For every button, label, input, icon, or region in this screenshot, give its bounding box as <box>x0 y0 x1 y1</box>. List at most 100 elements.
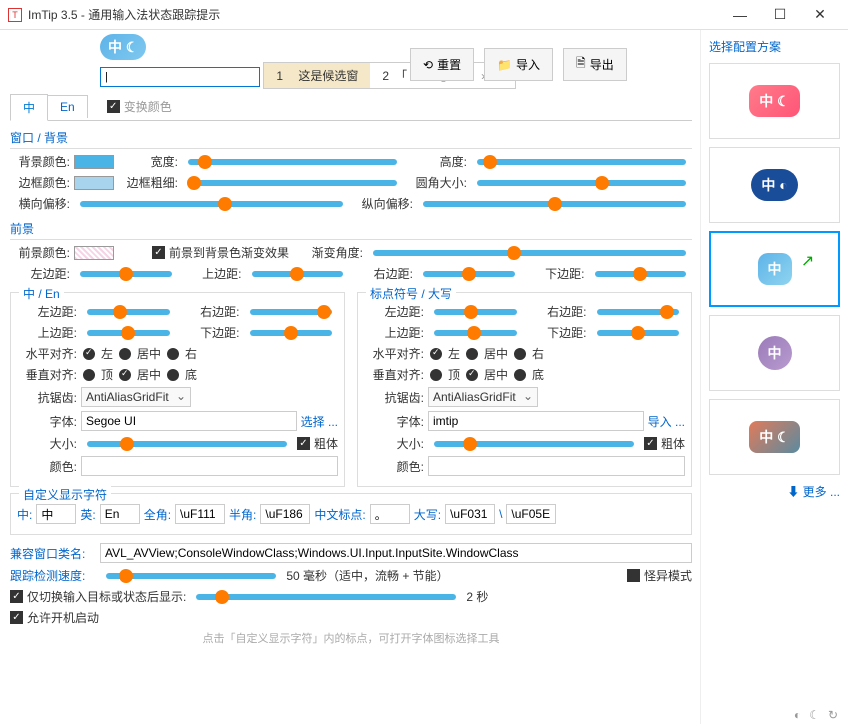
titlebar: T ImTip 3.5 - 通用输入法状态跟踪提示 — ☐ ✕ <box>0 0 848 30</box>
font-input[interactable] <box>428 411 644 431</box>
caps-input[interactable] <box>445 504 495 524</box>
checkbox-icon: ✓ <box>107 100 120 113</box>
preview-badge: 中 ☾ <box>100 34 146 60</box>
top-buttons: ⟲ 重置 📁 导入 🗎 导出 <box>410 48 627 81</box>
slider-gradient-angle[interactable] <box>373 250 686 256</box>
scheme-3[interactable]: 中 <box>709 315 840 391</box>
more-link[interactable]: ⬇ 更多 ... <box>709 483 840 500</box>
preview-input[interactable] <box>100 67 260 87</box>
slider-border[interactable] <box>188 180 397 186</box>
select-font-link[interactable]: 选择 ... <box>301 413 338 430</box>
import-button[interactable]: 📁 导入 <box>484 48 553 81</box>
status-icon: ◐ <box>794 708 801 722</box>
slider[interactable] <box>87 330 170 336</box>
slider-switch[interactable] <box>196 594 456 600</box>
slider[interactable] <box>250 309 333 315</box>
bold-checkbox[interactable]: ✓ <box>297 437 310 450</box>
select-aa[interactable]: AntiAliasGridFit <box>81 387 191 407</box>
slider[interactable] <box>434 330 517 336</box>
group-cn-en: 中 / En 左边距: 右边距: 上边距: 下边距: 水平对齐: 左 居中 <box>10 292 345 487</box>
cn-input[interactable] <box>36 504 76 524</box>
select-aa[interactable]: AntiAliasGridFit <box>428 387 538 407</box>
candidate-1[interactable]: 1 这是候选窗 <box>264 63 370 88</box>
autostart-checkbox[interactable]: ✓ <box>10 611 23 624</box>
slider-fg-top[interactable] <box>252 271 344 277</box>
scheme-0[interactable]: 中 ☾ <box>709 63 840 139</box>
bg-color-swatch[interactable] <box>74 155 114 169</box>
scheme-4[interactable]: 中 ☾ <box>709 399 840 475</box>
radio-left[interactable] <box>430 348 442 360</box>
font-input[interactable] <box>81 411 297 431</box>
compat-label: 兼容窗口类名: <box>10 545 96 562</box>
half-input[interactable] <box>260 504 310 524</box>
full-input[interactable] <box>175 504 225 524</box>
radio-bottom[interactable] <box>514 369 526 381</box>
color-input[interactable] <box>81 456 338 476</box>
bold-checkbox[interactable]: ✓ <box>644 437 657 450</box>
color-input[interactable] <box>428 456 685 476</box>
radio-vcenter[interactable] <box>119 369 131 381</box>
compat-input[interactable] <box>100 543 692 563</box>
section-fg: 前景 前景颜色: ✓ 前景到背景色渐变效果 渐变角度: 左边距: 上边距: 右边… <box>10 220 692 282</box>
slider-height[interactable] <box>477 159 686 165</box>
radio-top[interactable] <box>83 369 95 381</box>
scheme-2[interactable]: 中↖ <box>709 231 840 307</box>
scheme-badge: 中 <box>758 336 792 370</box>
window-title: ImTip 3.5 - 通用输入法状态跟踪提示 <box>28 6 720 23</box>
section-title: 前景 <box>10 220 692 240</box>
en-input[interactable] <box>100 504 140 524</box>
caps2-input[interactable] <box>506 504 556 524</box>
tab-en[interactable]: En <box>47 95 88 118</box>
reset-button[interactable]: ⟲ 重置 <box>410 48 474 81</box>
radio-bottom[interactable] <box>167 369 179 381</box>
radio-center[interactable] <box>119 348 131 360</box>
export-button[interactable]: 🗎 导出 <box>563 48 627 81</box>
slider-size[interactable] <box>87 441 287 447</box>
weird-checkbox[interactable] <box>627 569 640 582</box>
radio-top[interactable] <box>430 369 442 381</box>
slider[interactable] <box>434 309 517 315</box>
scheme-badge: 中 ☾ <box>749 421 799 453</box>
radio-center[interactable] <box>466 348 478 360</box>
radio-left[interactable] <box>83 348 95 360</box>
tab-cn[interactable]: 中 <box>10 94 48 121</box>
border-color-swatch[interactable] <box>74 176 114 190</box>
scheme-badge: 中 ◐ <box>751 169 797 201</box>
right-title: 选择配置方案 <box>709 38 840 55</box>
status-icon: ↻ <box>828 708 838 722</box>
footer-note: 点击「自定义显示字符」内的标点，可打开字体图标选择工具 <box>10 630 692 646</box>
slider-fg-bottom[interactable] <box>595 271 687 277</box>
scheme-badge: 中 ☾ <box>749 85 799 117</box>
radio-right[interactable] <box>514 348 526 360</box>
scheme-1[interactable]: 中 ◐ <box>709 147 840 223</box>
section-title: 窗口 / 背景 <box>10 129 692 149</box>
minimize-button[interactable]: — <box>720 0 760 30</box>
slider-fg-left[interactable] <box>80 271 172 277</box>
slider-tracking[interactable] <box>106 573 276 579</box>
maximize-button[interactable]: ☐ <box>760 0 800 30</box>
status-bar: ◐ ☾ ↻ <box>794 708 838 722</box>
scheme-badge: 中 <box>758 253 792 285</box>
cnpunct-input[interactable] <box>370 504 410 524</box>
slider[interactable] <box>250 330 333 336</box>
slider-width[interactable] <box>188 159 397 165</box>
switch-checkbox[interactable]: ✓ <box>10 590 23 603</box>
right-panel: 选择配置方案 中 ☾中 ◐中↖中中 ☾ ⬇ 更多 ... <box>700 30 848 724</box>
slider-hoffset[interactable] <box>80 201 343 207</box>
left-panel: 中 ☾ 1 这是候选窗 2「 3 」 ‹ › ☺ ⟲ 重置 📁 导入 🗎 导出 … <box>0 30 700 724</box>
slider-size[interactable] <box>434 441 634 447</box>
slider[interactable] <box>597 309 680 315</box>
radio-vcenter[interactable] <box>466 369 478 381</box>
tracking-speed-label: 跟踪检测速度: <box>10 567 96 584</box>
color-change-checkbox[interactable]: ✓ 变换颜色 <box>107 98 172 115</box>
fg-color-swatch[interactable] <box>74 246 114 260</box>
slider-fg-right[interactable] <box>423 271 515 277</box>
slider[interactable] <box>597 330 680 336</box>
slider[interactable] <box>87 309 170 315</box>
radio-right[interactable] <box>167 348 179 360</box>
slider-corner[interactable] <box>477 180 686 186</box>
import-font-link[interactable]: 导入 ... <box>648 413 685 430</box>
close-button[interactable]: ✕ <box>800 0 840 30</box>
slider-voffset[interactable] <box>423 201 686 207</box>
gradient-checkbox[interactable]: ✓ <box>152 246 165 259</box>
